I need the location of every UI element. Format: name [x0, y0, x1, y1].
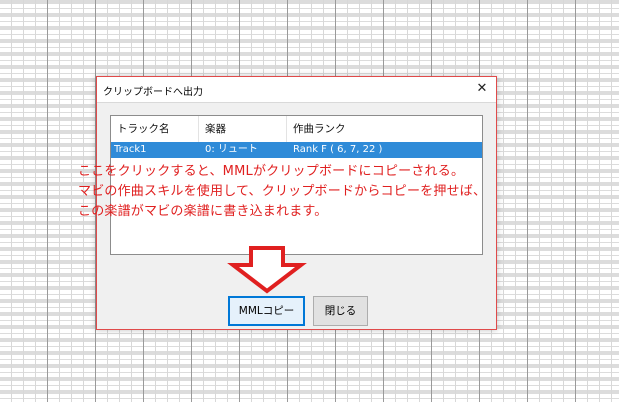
annotation-line: ここをクリックすると、MMLがクリップボードにコピーされる。 — [78, 164, 465, 179]
dialog-title: クリップボードへ出力 — [103, 87, 203, 98]
annotation-line: この楽譜がマビの楽譜に書き込まれます。 — [78, 204, 328, 219]
column-header-instrument[interactable]: 楽器 — [199, 116, 287, 142]
cell-instrument: 0: リュート — [205, 144, 258, 155]
column-header-composition-rank[interactable]: 作曲ランク — [287, 116, 447, 142]
cell-composition-rank: Rank F ( 6, 7, 22 ) — [293, 144, 383, 155]
dialog-titlebar: クリップボードへ出力 ✕ — [97, 77, 496, 103]
down-arrow-icon — [227, 246, 307, 294]
annotation-text: ここをクリックすると、MMLがクリップボードにコピーされる。 マビの作曲スキルを… — [78, 162, 598, 222]
annotation-line: マビの作曲スキルを使用して、クリップボードからコピーを押せば、 — [78, 184, 487, 199]
table-row[interactable]: Track1 0: リュート Rank F ( 6, 7, 22 ) — [111, 142, 482, 158]
cell-track-name: Track1 — [114, 144, 147, 155]
list-header: トラック名 楽器 作曲ランク — [111, 116, 482, 142]
column-header-track-name[interactable]: トラック名 — [111, 116, 199, 142]
mml-copy-button[interactable]: MMLコピー — [228, 296, 305, 326]
close-icon[interactable]: ✕ — [474, 81, 490, 97]
close-button[interactable]: 閉じる — [313, 296, 368, 326]
